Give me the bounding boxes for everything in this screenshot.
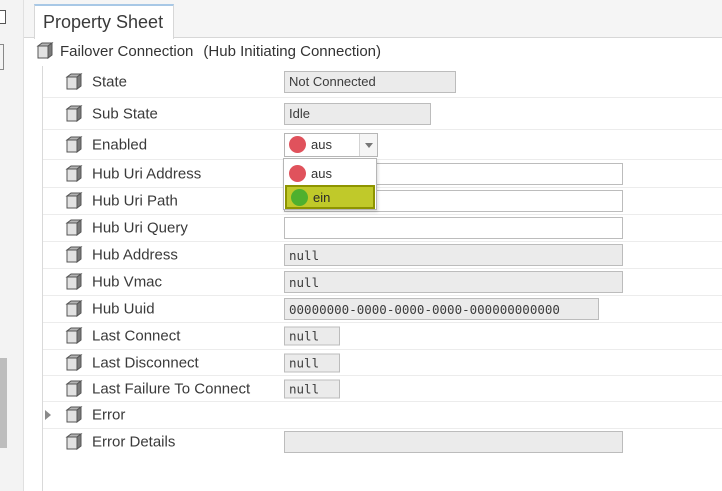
component-cube-icon (65, 380, 83, 398)
property-row-last-disconnect[interactable]: Last Disconnect null (43, 350, 722, 376)
property-label: Hub Uri Query (92, 219, 188, 237)
component-cube-icon (65, 406, 83, 424)
last-connect-value-field: null (284, 326, 340, 346)
property-label: Hub Uri Address (92, 165, 202, 182)
property-row-state[interactable]: State Not Connected (43, 66, 722, 98)
property-row-hub-uri-address[interactable]: Hub Uri Address (43, 160, 722, 188)
property-row-hub-address[interactable]: Hub Address null (43, 242, 722, 269)
sub-state-value-field: Idle (284, 102, 431, 125)
property-label: Hub Vmac (92, 273, 163, 291)
property-row-hub-uri-query[interactable]: Hub Uri Query (43, 215, 722, 242)
property-label: Last Failure To Connect (92, 380, 251, 397)
property-label: Error (92, 406, 126, 424)
property-row-hub-uri-path[interactable]: Hub Uri Path (43, 188, 722, 215)
component-cube-icon (36, 42, 54, 60)
property-row-hub-uuid[interactable]: Hub Uuid 00000000-0000-0000-0000-0000000… (43, 296, 722, 323)
property-label: Hub Address (92, 246, 178, 264)
hub-address-value-field: null (284, 244, 623, 266)
property-row-last-failure-to-connect[interactable]: Last Failure To Connect null (43, 376, 722, 402)
root-component-type: (Hub Initiating Connection) (203, 42, 382, 60)
tab-label: Property Sheet (43, 12, 164, 32)
component-cube-icon (65, 105, 83, 123)
property-row-enabled[interactable]: Enabled aus (43, 130, 722, 160)
property-row-sub-state[interactable]: Sub State Idle (43, 98, 722, 130)
hub-uuid-value-field: 00000000-0000-0000-0000-000000000000 (284, 298, 599, 320)
left-panel-gutter (0, 0, 24, 491)
enabled-selected-value: aus (311, 137, 332, 152)
error-details-value-field (284, 431, 623, 453)
hub-vmac-value-field: null (284, 271, 623, 293)
component-cube-icon (65, 246, 83, 264)
option-label: ein (313, 189, 331, 205)
tab-property-sheet[interactable]: Property Sheet (34, 4, 175, 39)
status-off-icon (289, 136, 306, 153)
last-failure-to-connect-value-field: null (284, 379, 340, 398)
property-row-error[interactable]: Error (43, 402, 722, 429)
component-cube-icon (65, 219, 83, 237)
component-cube-icon (65, 433, 83, 451)
property-label: Sub State (92, 105, 158, 122)
panel-toggle-icon[interactable] (0, 10, 6, 24)
component-cube-icon (65, 73, 83, 91)
property-label: Last Connect (92, 327, 181, 345)
component-cube-icon (65, 165, 83, 183)
property-label: Hub Uri Path (92, 192, 178, 210)
last-disconnect-value-field: null (284, 353, 340, 372)
property-label: Hub Uuid (92, 300, 155, 318)
property-label: Enabled (92, 136, 148, 153)
property-row-last-connect[interactable]: Last Connect null (43, 323, 722, 350)
property-sheet: Failover Connection (Hub Initiating Conn… (32, 38, 722, 491)
status-on-icon (291, 188, 308, 206)
property-label: State (92, 73, 128, 90)
tab-strip: Property Sheet (24, 0, 722, 39)
root-component-name: Failover Connection (60, 42, 194, 60)
option-label: aus (311, 165, 332, 181)
status-off-icon (289, 164, 306, 182)
component-cube-icon (65, 300, 83, 318)
component-cube-icon (65, 192, 83, 210)
enabled-dropdown[interactable]: aus (284, 132, 378, 157)
hub-uri-query-input[interactable] (284, 217, 623, 239)
property-label: Error Details (92, 433, 176, 451)
scrollbar-thumb[interactable] (0, 358, 7, 448)
property-label: Last Disconnect (92, 354, 199, 371)
option-ein[interactable]: ein (285, 185, 375, 209)
component-cube-icon (65, 354, 83, 372)
option-aus[interactable]: aus (285, 161, 375, 185)
enabled-dropdown-menu: aus ein (283, 158, 377, 210)
component-cube-icon (65, 273, 83, 291)
property-tree: State Not Connected Sub State Idle Enabl… (42, 66, 722, 491)
panel-handle[interactable] (0, 44, 4, 70)
property-row-hub-vmac[interactable]: Hub Vmac null (43, 269, 722, 296)
expand-triangle-icon[interactable] (45, 410, 51, 420)
root-component-row[interactable]: Failover Connection (Hub Initiating Conn… (32, 38, 722, 64)
chevron-down-icon[interactable] (359, 133, 377, 156)
component-cube-icon (65, 327, 83, 345)
property-row-error-details[interactable]: Error Details (43, 429, 722, 455)
component-cube-icon (65, 136, 83, 154)
state-value-field: Not Connected (284, 70, 456, 93)
